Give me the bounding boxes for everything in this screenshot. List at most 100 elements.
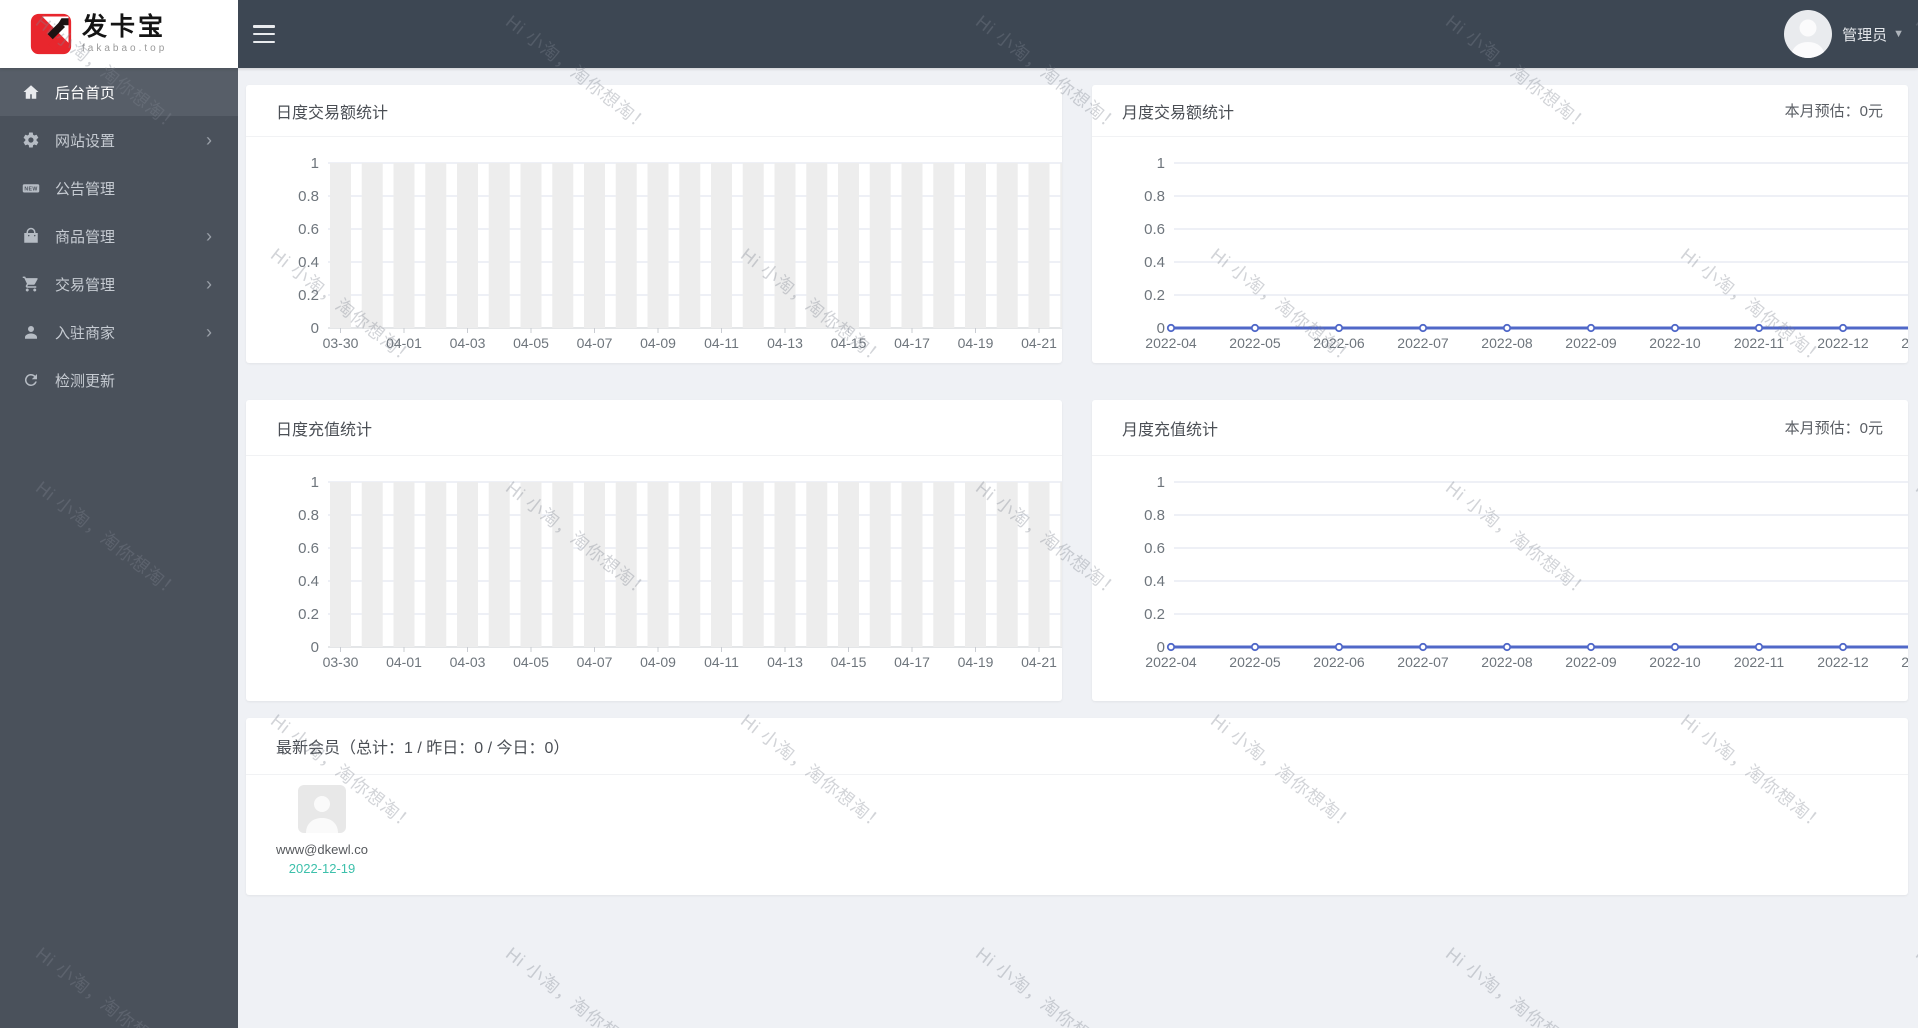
chevron-right-icon: › xyxy=(206,322,212,342)
svg-text:0: 0 xyxy=(311,639,319,656)
svg-text:0.4: 0.4 xyxy=(298,254,319,271)
svg-text:NEW: NEW xyxy=(24,186,37,192)
monthly-recharge-chart: 10.80.60.40.202022-04 2022-05 2022-06 2022-… xyxy=(1144,474,1908,670)
user-avatar[interactable] xyxy=(1784,10,1833,58)
announcement-icon: NEW xyxy=(22,179,40,197)
home-icon xyxy=(22,83,40,101)
monthly-sales-estimate: 本月预估：0元 xyxy=(1784,103,1883,120)
svg-text:0.6: 0.6 xyxy=(1144,221,1165,238)
svg-text:04-03: 04-03 xyxy=(450,335,486,351)
svg-text:2022-07: 2022-07 xyxy=(1397,654,1449,670)
svg-text:2023-01: 2023-01 xyxy=(1901,335,1908,351)
svg-text:0.6: 0.6 xyxy=(298,540,319,557)
svg-text:03-30: 03-30 xyxy=(323,654,359,670)
svg-text:04-17: 04-17 xyxy=(894,335,930,351)
svg-text:2022-11: 2022-11 xyxy=(1734,335,1785,351)
svg-text:0.8: 0.8 xyxy=(298,188,319,205)
card-latest-members: 最新会员（总计：1 / 昨日：0 / 今日：0） www@dkewl.com 2… xyxy=(246,718,1908,895)
brand-logo-icon xyxy=(30,13,72,55)
sidebar-item-home[interactable]: 后台首页 xyxy=(0,68,238,116)
svg-text:2022-07: 2022-07 xyxy=(1397,335,1449,351)
sidebar-item-site-settings[interactable]: 网站设置 › xyxy=(0,116,238,164)
svg-text:2022-04: 2022-04 xyxy=(1145,654,1197,670)
user-menu[interactable]: 管理员 ▼ xyxy=(1842,24,1904,45)
sidebar-item-products[interactable]: 商品管理 › xyxy=(0,212,238,260)
daily-recharge-chart: 1 0.8 0.6 0.4 0.2 003-30 04-01 04-03 04-05 04-07 0… xyxy=(298,474,1062,670)
svg-text:2022-08: 2022-08 xyxy=(1481,654,1533,670)
svg-text:0.8: 0.8 xyxy=(1144,188,1165,205)
member-email: www@dkewl.com xyxy=(276,842,368,857)
svg-text:2022-10: 2022-10 xyxy=(1649,335,1701,351)
avatar-silhouette-icon xyxy=(1791,19,1826,58)
svg-text:2022-06: 2022-06 xyxy=(1313,335,1365,351)
latest-members-title: 最新会员（总计：1 / 昨日：0 / 今日：0） xyxy=(276,740,570,757)
svg-text:04-05: 04-05 xyxy=(513,335,549,351)
card-title-daily-recharge: 日度充值统计 xyxy=(276,421,373,439)
svg-text:2022-05: 2022-05 xyxy=(1229,654,1281,670)
brand-logo[interactable]: 发卡宝 fakabao.top xyxy=(0,0,238,68)
chevron-down-icon: ▼ xyxy=(1893,28,1904,40)
svg-text:04-07: 04-07 xyxy=(577,335,613,351)
svg-text:2022-06: 2022-06 xyxy=(1313,654,1365,670)
sidebar: 后台首页 网站设置 › NEW 公告管理 商品管理 › 交易管理 › 入驻商家 … xyxy=(0,68,238,1028)
svg-text:04-03: 04-03 xyxy=(450,654,486,670)
main-content: 日度交易额统计 1 0.8 0.6 0.4 0.2 0 03-30 04-01 04-03 04-… xyxy=(238,68,1918,1028)
svg-text:0.4: 0.4 xyxy=(1144,254,1165,271)
sidebar-item-trades[interactable]: 交易管理 › xyxy=(0,260,238,308)
svg-text:04-13: 04-13 xyxy=(767,335,803,351)
svg-text:0.6: 0.6 xyxy=(298,221,319,238)
merchant-icon xyxy=(22,323,40,341)
svg-text:2022-12: 2022-12 xyxy=(1817,654,1869,670)
svg-text:1: 1 xyxy=(1157,474,1165,491)
member-avatar xyxy=(298,785,346,833)
svg-text:04-07: 04-07 xyxy=(577,654,613,670)
svg-text:1: 1 xyxy=(311,474,319,491)
svg-text:04-13: 04-13 xyxy=(767,654,803,670)
member-item[interactable]: www@dkewl.com 2022-12-19 xyxy=(276,785,368,876)
daily-sales-chart: 1 0.8 0.6 0.4 0.2 003-30 04-01 04-03 04-05 04-07 0… xyxy=(298,155,1062,351)
card-title-monthly-recharge: 月度充值统计 xyxy=(1122,421,1219,439)
brand-name: 发卡宝 xyxy=(82,13,167,41)
svg-text:0.2: 0.2 xyxy=(1144,606,1165,623)
svg-text:03-30: 03-30 xyxy=(323,335,359,351)
svg-text:0.2: 0.2 xyxy=(298,287,319,304)
sidebar-item-announcements[interactable]: NEW 公告管理 xyxy=(0,164,238,212)
svg-text:0.8: 0.8 xyxy=(298,507,319,524)
svg-text:1: 1 xyxy=(311,155,319,172)
svg-text:04-19: 04-19 xyxy=(958,654,994,670)
card-title-daily-sales: 日度交易额统计 xyxy=(276,104,389,122)
svg-text:04-15: 04-15 xyxy=(831,335,867,351)
chevron-right-icon: › xyxy=(206,226,212,246)
svg-text:0.2: 0.2 xyxy=(298,606,319,623)
svg-text:04-11: 04-11 xyxy=(704,335,739,351)
admin-dashboard: 发卡宝 fakabao.top 管理员 ▼ 后台首页 网站设置 › NEW 公告… xyxy=(0,0,1918,1028)
sidebar-item-check-update[interactable]: 检测更新 xyxy=(0,356,238,404)
card-monthly-sales: 月度交易额统计 本月预估：0元 1 0.8 0.6 0.4 0.2 0 2022-04 202… xyxy=(1092,85,1908,363)
svg-text:0.6: 0.6 xyxy=(1144,540,1165,557)
svg-text:04-01: 04-01 xyxy=(386,335,422,351)
card-monthly-recharge: 月度充值统计 本月预估：0元 1 0.8 0.6 0.4 0.2 0 2022-04 2022… xyxy=(1092,400,1908,701)
sidebar-toggle-button[interactable] xyxy=(253,25,277,43)
svg-text:04-01: 04-01 xyxy=(386,654,422,670)
monthly-sales-chart: 10.80.60.40.202022-04 2022-05 2022-06 2022-… xyxy=(1144,155,1908,351)
svg-text:0.4: 0.4 xyxy=(298,573,319,590)
svg-text:04-17: 04-17 xyxy=(894,654,930,670)
svg-text:04-05: 04-05 xyxy=(513,654,549,670)
svg-text:04-15: 04-15 xyxy=(831,654,867,670)
svg-text:04-09: 04-09 xyxy=(640,335,676,351)
user-name: 管理员 xyxy=(1842,26,1888,44)
sidebar-item-merchants[interactable]: 入驻商家 › xyxy=(0,308,238,356)
svg-text:2022-04: 2022-04 xyxy=(1145,335,1197,351)
svg-text:0.8: 0.8 xyxy=(1144,507,1165,524)
svg-text:0.2: 0.2 xyxy=(1144,287,1165,304)
svg-text:2022-09: 2022-09 xyxy=(1565,654,1617,670)
svg-text:04-11: 04-11 xyxy=(704,654,739,670)
svg-text:2022-10: 2022-10 xyxy=(1649,654,1701,670)
card-title-monthly-sales: 月度交易额统计 xyxy=(1122,104,1235,122)
svg-text:04-21: 04-21 xyxy=(1021,335,1057,351)
svg-text:0.4: 0.4 xyxy=(1144,573,1165,590)
refresh-icon xyxy=(22,371,40,389)
monthly-recharge-estimate: 本月预估：0元 xyxy=(1784,420,1883,437)
svg-text:2022-11: 2022-11 xyxy=(1734,654,1785,670)
brand-domain: fakabao.top xyxy=(82,43,168,54)
